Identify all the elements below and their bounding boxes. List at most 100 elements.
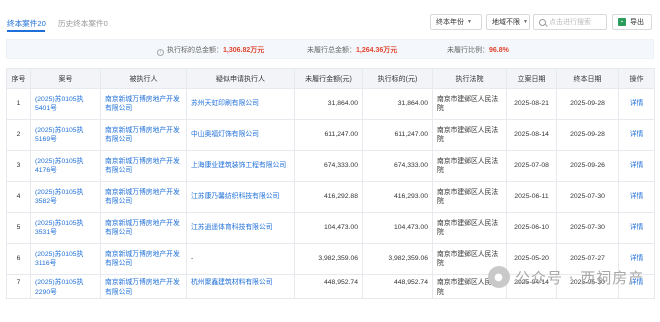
cell-unfulfilled: 3,982,359.06 (294, 243, 363, 275)
cell-closed-date: 2025-07-27 (556, 243, 619, 275)
details-link[interactable]: 详情 (618, 88, 655, 120)
chevron-down-icon: ▼ (467, 19, 472, 25)
cell-target: 104,473.00 (362, 212, 433, 244)
col-header-respondent: 被执行人 (100, 68, 187, 89)
cell-case-no[interactable]: (2025)苏0105执5169号 (30, 119, 101, 151)
cell-filed-date: 2025-04-14 (506, 274, 557, 299)
col-header-action: 操作 (618, 68, 655, 89)
cell-filed-date: 2025-05-20 (506, 243, 557, 275)
cell-index: 3 (6, 150, 31, 182)
details-link[interactable]: 详情 (618, 243, 655, 275)
cell-unfulfilled: 674,333.00 (294, 150, 363, 182)
cell-court: 南京市建邺区人民法院 (432, 181, 507, 213)
cell-index: 4 (6, 181, 31, 213)
cell-applicant[interactable]: 江苏康乃馨纺织科技有限公司 (186, 181, 295, 213)
details-link[interactable]: 详情 (618, 150, 655, 182)
cell-respondent[interactable]: 南京新城万博房地产开发有限公司 (100, 181, 187, 213)
cell-court: 南京市建邺区人民法院 (432, 212, 507, 244)
cell-applicant: - (186, 243, 295, 275)
cell-applicant[interactable]: 江苏逍遥体育科技有限公司 (186, 212, 295, 244)
cell-unfulfilled: 448,952.74 (294, 274, 363, 299)
cell-respondent[interactable]: 南京新城万博房地产开发有限公司 (100, 88, 187, 120)
cell-index: 1 (6, 88, 31, 120)
cell-case-no[interactable]: (2025)苏0105执3582号 (30, 181, 101, 213)
export-button[interactable]: ▪ 导出 (612, 14, 652, 30)
cell-court: 南京市建邺区人民法院 (432, 243, 507, 275)
table-row: 7 (2025)苏0105执2290号 南京新城万博房地产开发有限公司 杭州聚鑫… (6, 274, 655, 299)
cell-respondent[interactable]: 南京新城万博房地产开发有限公司 (100, 119, 187, 151)
table-row: 5 (2025)苏0105执3531号 南京新城万博房地产开发有限公司 江苏逍遥… (6, 212, 655, 244)
tab-closed-cases[interactable]: 终本案件20 (7, 18, 46, 29)
cell-case-no[interactable]: (2025)苏0105执4176号 (30, 150, 101, 182)
cell-applicant[interactable]: 苏州天虹印刷有限公司 (186, 88, 295, 120)
cell-filed-date: 2025-07-08 (506, 150, 557, 182)
col-header-index: 序号 (6, 68, 31, 89)
table-row: 6 (2025)苏0105执3116号 南京新城万博房地产开发有限公司 - 3,… (6, 243, 655, 275)
cell-target: 416,293.00 (362, 181, 433, 213)
table-row: 3 (2025)苏0105执4176号 南京新城万博房地产开发有限公司 上海康业… (6, 150, 655, 182)
info-icon: i (157, 49, 164, 56)
excel-icon: ▪ (618, 18, 626, 26)
cell-court: 南京市建邺区人民法院 (432, 150, 507, 182)
summary-ratio-value: 96.8% (489, 47, 509, 54)
cell-respondent[interactable]: 南京新城万博房地产开发有限公司 (100, 274, 187, 299)
cell-case-no[interactable]: (2025)苏0105执2290号 (30, 274, 101, 299)
details-link[interactable]: 详情 (618, 274, 655, 299)
cell-respondent[interactable]: 南京新城万博房地产开发有限公司 (100, 212, 187, 244)
cell-index: 7 (6, 274, 31, 299)
cell-case-no[interactable]: (2025)苏0105执3116号 (30, 243, 101, 275)
cell-unfulfilled: 611,247.00 (294, 119, 363, 151)
search-input[interactable]: 点击进行搜索 (533, 14, 607, 30)
top-bar: 终本案件20 历史终本案件0 终本年份 ▼ 地域不限 ▼ 点击进行搜索 ▪ 导出 (0, 0, 660, 36)
col-header-target[interactable]: 执行标的(元) (362, 68, 433, 89)
cell-applicant[interactable]: 上海康业建筑装饰工程有限公司 (186, 150, 295, 182)
cell-court: 南京市建邺区人民法院 (432, 274, 507, 299)
col-header-filed-date[interactable]: 立案日期 (506, 68, 557, 89)
tab-history-count: 0 (103, 19, 108, 28)
tab-history-label: 历史终本案件 (58, 19, 104, 28)
col-header-applicant: 疑似申请执行人 (186, 68, 295, 89)
table-row: 4 (2025)苏0105执3582号 南京新城万博房地产开发有限公司 江苏康乃… (6, 181, 655, 213)
tab-history-closed-cases[interactable]: 历史终本案件0 (58, 18, 108, 29)
table-row: 2 (2025)苏0105执5169号 南京新城万博房地产开发有限公司 中山奥福… (6, 119, 655, 151)
cell-closed-date: 2025-09-26 (556, 150, 619, 182)
cell-applicant[interactable]: 中山奥福灯饰有限公司 (186, 119, 295, 151)
cell-unfulfilled: 104,473.00 (294, 212, 363, 244)
cell-target: 674,333.00 (362, 150, 433, 182)
summary-unfulfilled-label: 未履行总金额： (307, 47, 356, 54)
cell-applicant[interactable]: 杭州聚鑫建筑材料有限公司 (186, 274, 295, 299)
area-filter-dropdown[interactable]: 地域不限 ▼ (486, 14, 530, 30)
search-icon (539, 18, 546, 26)
year-filter-dropdown[interactable]: 终本年份 ▼ (430, 14, 482, 30)
cell-target: 448,952.74 (362, 274, 433, 299)
search-placeholder: 点击进行搜索 (549, 19, 591, 26)
cell-index: 2 (6, 119, 31, 151)
details-link[interactable]: 详情 (618, 212, 655, 244)
cell-closed-date: 2025-07-30 (556, 181, 619, 213)
cell-closed-date: 2025-09-28 (556, 88, 619, 120)
chevron-down-icon: ▼ (523, 19, 528, 25)
year-filter-label: 终本年份 (436, 19, 464, 26)
cell-case-no[interactable]: (2025)苏0105执5401号 (30, 88, 101, 120)
cases-table: 序号 案号 被执行人 疑似申请执行人 未履行金额(元) 执行标的(元) 执行法院… (6, 68, 655, 299)
col-header-unfulfilled[interactable]: 未履行金额(元) (294, 68, 363, 89)
cell-closed-date: 2025-09-28 (556, 119, 619, 151)
cell-closed-date: 2025-05-30 (556, 274, 619, 299)
cell-target: 31,864.00 (362, 88, 433, 120)
cell-case-no[interactable]: (2025)苏0105执3531号 (30, 212, 101, 244)
cell-filed-date: 2025-06-10 (506, 212, 557, 244)
col-header-court: 执行法院 (432, 68, 507, 89)
cell-respondent[interactable]: 南京新城万博房地产开发有限公司 (100, 150, 187, 182)
cell-filed-date: 2025-08-21 (506, 88, 557, 120)
cell-target: 611,247.00 (362, 119, 433, 151)
details-link[interactable]: 详情 (618, 119, 655, 151)
cell-unfulfilled: 31,864.00 (294, 88, 363, 120)
cell-court: 南京市建邺区人民法院 (432, 119, 507, 151)
summary-unfulfilled-ratio: 未履行比例：96.8% (447, 45, 509, 55)
col-header-closed-date[interactable]: 终本日期 (556, 68, 619, 89)
active-tab-indicator (7, 30, 45, 32)
tab-closed-cases-label: 终本案件 (7, 19, 38, 28)
cell-respondent[interactable]: 南京新城万博房地产开发有限公司 (100, 243, 187, 275)
cell-filed-date: 2025-06-11 (506, 181, 557, 213)
details-link[interactable]: 详情 (618, 181, 655, 213)
